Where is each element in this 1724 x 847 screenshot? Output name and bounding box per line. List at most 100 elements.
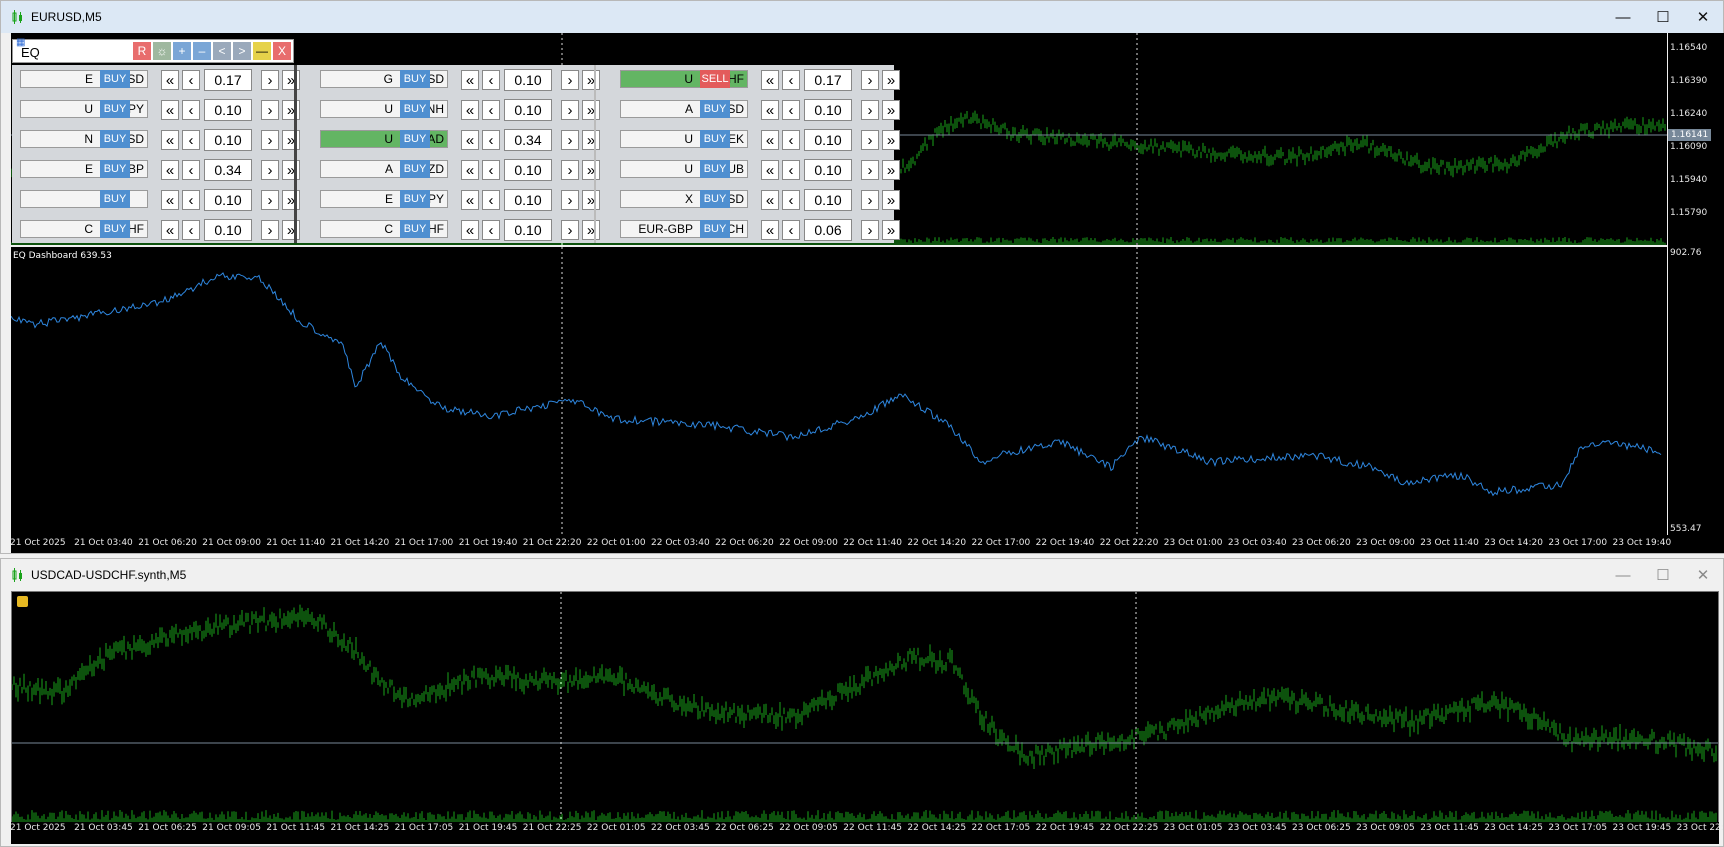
close-button[interactable]: ✕ [1683, 1, 1723, 33]
maximize-button[interactable]: ☐ [1643, 1, 1683, 33]
lot-size-field[interactable]: 0.10 [204, 99, 252, 121]
lot-increase-button[interactable]: › [861, 70, 879, 90]
lot-last-button[interactable]: » [282, 190, 300, 210]
synth-chart-window[interactable]: USDCAD-USDCHF.synth,M5 — ☐ ✕ 21 Oct 2025… [0, 558, 1724, 847]
lot-decrease-button[interactable]: ‹ [782, 160, 800, 180]
lot-last-button[interactable]: » [582, 190, 600, 210]
buy-button[interactable]: BUY [100, 130, 130, 148]
lot-first-button[interactable]: « [161, 70, 179, 90]
lot-decrease-button[interactable]: ‹ [482, 70, 500, 90]
lot-increase-button[interactable]: › [261, 160, 279, 180]
lot-first-button[interactable]: « [761, 220, 779, 240]
lot-size-field[interactable]: 0.34 [204, 159, 252, 181]
lot-increase-button[interactable]: › [861, 220, 879, 240]
lot-first-button[interactable]: « [461, 190, 479, 210]
lot-size-field[interactable]: 0.10 [804, 159, 852, 181]
lot-increase-button[interactable]: › [561, 100, 579, 120]
lot-last-button[interactable]: » [882, 190, 900, 210]
lot-last-button[interactable]: » [282, 160, 300, 180]
lot-last-button[interactable]: » [882, 100, 900, 120]
lot-increase-button[interactable]: › [561, 220, 579, 240]
lot-first-button[interactable]: « [761, 130, 779, 150]
buy-button[interactable]: BUY [400, 70, 430, 88]
lot-decrease-button[interactable]: ‹ [182, 70, 200, 90]
buy-button[interactable]: BUY [700, 130, 730, 148]
lot-last-button[interactable]: » [582, 70, 600, 90]
lot-increase-button[interactable]: › [861, 130, 879, 150]
lot-first-button[interactable]: « [461, 130, 479, 150]
buy-button[interactable]: BUY [400, 130, 430, 148]
lot-last-button[interactable]: » [882, 130, 900, 150]
buy-button[interactable]: BUY [100, 220, 130, 238]
lot-increase-button[interactable]: › [261, 190, 279, 210]
window-titlebar[interactable]: EURUSD,M5 — ☐ ✕ [1, 1, 1723, 33]
lot-increase-button[interactable]: › [861, 160, 879, 180]
buy-button[interactable]: BUY [100, 190, 130, 208]
lot-first-button[interactable]: « [161, 130, 179, 150]
lot-decrease-button[interactable]: ‹ [182, 220, 200, 240]
lot-decrease-button[interactable]: ‹ [782, 130, 800, 150]
lot-size-field[interactable]: 0.10 [504, 189, 552, 211]
eurusd-chart-window[interactable]: EURUSD,M5 — ☐ ✕ 1.16540 1.16390 1.16240 … [0, 0, 1724, 554]
buy-button[interactable]: BUY [100, 70, 130, 88]
lot-first-button[interactable]: « [761, 190, 779, 210]
lot-decrease-button[interactable]: ‹ [182, 100, 200, 120]
buy-button[interactable]: BUY [400, 190, 430, 208]
lot-first-button[interactable]: « [161, 160, 179, 180]
lot-size-field[interactable]: 0.34 [504, 129, 552, 151]
lot-increase-button[interactable]: › [561, 190, 579, 210]
lot-last-button[interactable]: » [282, 70, 300, 90]
dashboard-header[interactable]: ▦ EQ R ☼ + – < > — X [12, 37, 294, 63]
lot-decrease-button[interactable]: ‹ [182, 130, 200, 150]
buy-button[interactable]: BUY [400, 220, 430, 238]
close-dashboard-button[interactable]: X [273, 42, 291, 60]
buy-button[interactable]: BUY [700, 220, 730, 238]
lot-last-button[interactable]: » [582, 100, 600, 120]
lot-last-button[interactable]: » [582, 160, 600, 180]
lot-size-field[interactable]: 0.06 [804, 219, 852, 241]
buy-button[interactable]: BUY [700, 100, 730, 118]
lot-last-button[interactable]: » [282, 100, 300, 120]
minimize-dashboard-button[interactable]: — [253, 42, 271, 60]
lot-last-button[interactable]: » [882, 220, 900, 240]
lot-size-field[interactable]: 0.10 [504, 69, 552, 91]
lot-first-button[interactable]: « [461, 70, 479, 90]
lot-first-button[interactable]: « [461, 100, 479, 120]
lot-last-button[interactable]: » [882, 70, 900, 90]
lot-size-field[interactable]: 0.17 [804, 69, 852, 91]
lot-increase-button[interactable]: › [561, 160, 579, 180]
lot-first-button[interactable]: « [761, 100, 779, 120]
lot-first-button[interactable]: « [161, 220, 179, 240]
lot-decrease-button[interactable]: ‹ [782, 70, 800, 90]
lot-size-field[interactable]: 0.10 [504, 159, 552, 181]
lot-decrease-button[interactable]: ‹ [482, 220, 500, 240]
close-button[interactable]: ✕ [1683, 559, 1723, 591]
theme-button[interactable]: ☼ [153, 42, 171, 60]
buy-button[interactable]: BUY [700, 190, 730, 208]
lot-first-button[interactable]: « [461, 160, 479, 180]
maximize-button[interactable]: ☐ [1643, 559, 1683, 591]
lot-first-button[interactable]: « [161, 100, 179, 120]
lot-decrease-button[interactable]: ‹ [482, 100, 500, 120]
lot-last-button[interactable]: » [582, 220, 600, 240]
lot-increase-button[interactable]: › [861, 190, 879, 210]
sell-button[interactable]: SELL [700, 70, 730, 88]
reset-button[interactable]: R [133, 42, 151, 60]
lot-increase-button[interactable]: › [561, 70, 579, 90]
lot-decrease-button[interactable]: ‹ [482, 190, 500, 210]
lot-first-button[interactable]: « [161, 190, 179, 210]
buy-button[interactable]: BUY [400, 100, 430, 118]
lot-increase-button[interactable]: › [261, 220, 279, 240]
zoom-in-button[interactable]: + [173, 42, 191, 60]
next-page-button[interactable]: > [233, 42, 251, 60]
lot-last-button[interactable]: » [582, 130, 600, 150]
lot-size-field[interactable]: 0.17 [204, 69, 252, 91]
lot-size-field[interactable]: 0.10 [204, 129, 252, 151]
zoom-out-button[interactable]: – [193, 42, 211, 60]
lot-decrease-button[interactable]: ‹ [182, 160, 200, 180]
lot-size-field[interactable]: 0.10 [804, 99, 852, 121]
lot-size-field[interactable]: 0.10 [504, 99, 552, 121]
lot-increase-button[interactable]: › [261, 130, 279, 150]
prev-page-button[interactable]: < [213, 42, 231, 60]
minimize-button[interactable]: — [1603, 1, 1643, 33]
